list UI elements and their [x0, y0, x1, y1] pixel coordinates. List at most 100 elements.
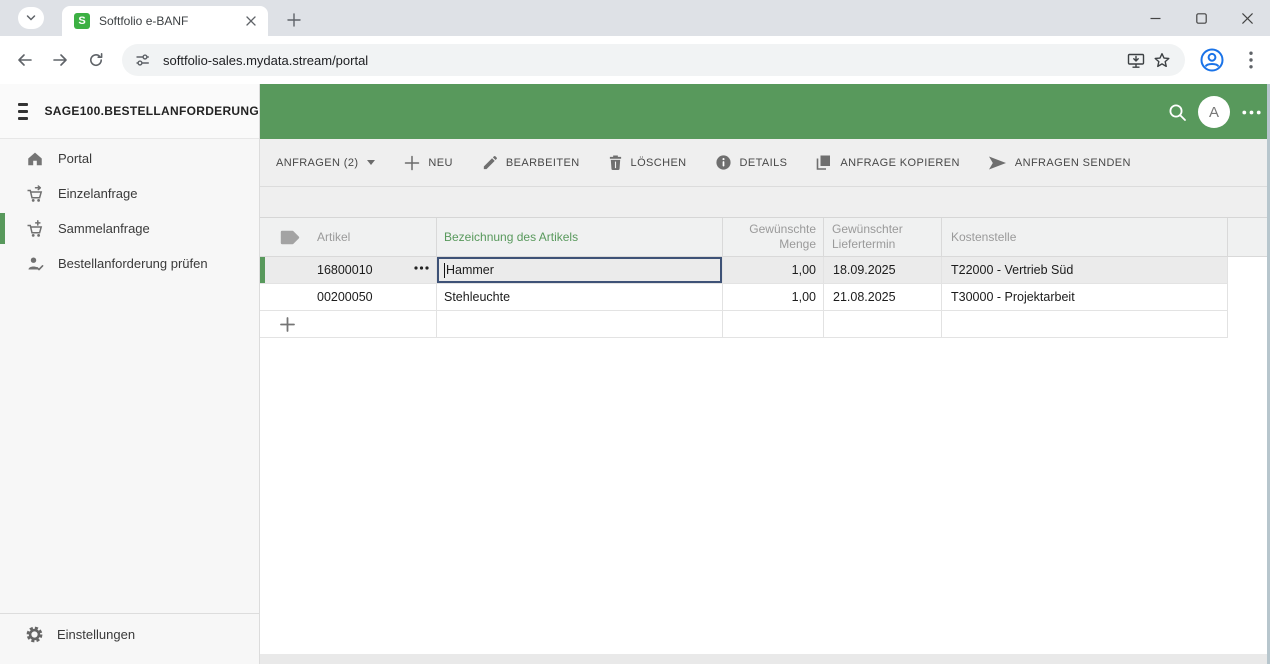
anfragen-dropdown-label: ANFRAGEN (2) [276, 157, 358, 169]
bearbeiten-label: BEARBEITEN [506, 157, 580, 169]
column-header-kostenstelle[interactable]: Kostenstelle [942, 218, 1228, 256]
cell-menge[interactable]: 1,00 [723, 257, 824, 283]
user-avatar[interactable]: A [1198, 96, 1230, 128]
empty-cell[interactable] [723, 311, 824, 337]
sidebar-item-einstellungen[interactable]: Einstellungen [0, 613, 259, 655]
more-menu-icon[interactable] [1238, 104, 1264, 120]
cell-liefertermin[interactable]: 18.09.2025 [824, 257, 942, 283]
cart-arrow-icon [25, 185, 45, 203]
cell-value: 21.08.2025 [833, 290, 896, 304]
copy-icon [815, 154, 832, 171]
maximize-button[interactable] [1178, 0, 1224, 36]
cell-value: 16800010 [317, 263, 373, 277]
cell-kostenstelle[interactable]: T30000 - Projektarbeit [942, 284, 1228, 310]
app-title: SAGE100.BESTELLANFORDERUNG [45, 104, 260, 118]
neu-label: NEU [428, 157, 452, 169]
back-icon[interactable] [12, 48, 36, 72]
column-header-artikel[interactable]: Artikel [260, 218, 437, 256]
close-window-button[interactable] [1224, 0, 1270, 36]
browser-menu-icon[interactable] [1239, 48, 1263, 72]
site-settings-icon[interactable] [134, 52, 151, 68]
cell-value: 1,00 [792, 290, 816, 304]
column-header-liefertermin[interactable]: Gewünschter Liefertermin [824, 218, 942, 256]
cart-plus-icon [25, 220, 45, 238]
plus-icon [404, 155, 420, 171]
bearbeiten-button[interactable]: BEARBEITEN [481, 154, 580, 171]
search-icon[interactable] [1166, 101, 1188, 123]
sidebar-item-bestellanforderung-pruefen[interactable]: Bestellanforderung prüfen [0, 246, 259, 281]
table-row[interactable]: 00200050 Stehleuchte 1,00 21.08.2025 T30… [260, 284, 1228, 311]
forward-icon[interactable] [48, 48, 72, 72]
browser-toolbar: softfolio-sales.mydata.stream/portal [0, 36, 1270, 84]
chevron-down-icon [366, 159, 376, 166]
window-controls [1132, 0, 1270, 36]
cell-artikel[interactable]: 00200050 [260, 284, 437, 310]
favicon-icon: S [74, 13, 90, 29]
horizontal-scrollbar-track[interactable] [260, 654, 1270, 664]
browser-window: S Softfolio e-BANF [0, 0, 1270, 664]
cell-value: 18.09.2025 [833, 263, 896, 277]
add-row[interactable] [260, 311, 1228, 338]
url-text[interactable]: softfolio-sales.mydata.stream/portal [163, 53, 1123, 68]
add-row-plus-cell[interactable] [260, 311, 437, 337]
tag-icon [280, 230, 300, 245]
cell-kostenstelle[interactable]: T22000 - Vertrieb Süd [942, 257, 1228, 283]
column-header-label: Artikel [317, 230, 350, 244]
cell-artikel[interactable]: 16800010 [260, 257, 437, 283]
cell-bezeichnung-editing[interactable]: Hammer [437, 257, 723, 283]
sidebar-item-einzelanfrage[interactable]: Einzelanfrage [0, 176, 259, 211]
table-row[interactable]: 16800010 Hammer 1,00 18.09.2025 [260, 257, 1228, 284]
cell-editor-input[interactable]: Hammer [437, 257, 722, 283]
app-header-bar: A [260, 84, 1270, 139]
row-ellipsis-menu-icon[interactable] [414, 266, 429, 270]
trash-icon [608, 154, 623, 171]
minimize-button[interactable] [1132, 0, 1178, 36]
neu-button[interactable]: NEU [404, 155, 452, 171]
column-header-label: Gewünschte Menge [723, 222, 816, 252]
hamburger-menu-icon[interactable] [18, 103, 28, 120]
browser-profile-icon[interactable] [1198, 46, 1226, 74]
reload-icon[interactable] [84, 48, 108, 72]
new-tab-button[interactable] [282, 8, 306, 32]
tab-search-button[interactable] [18, 7, 44, 29]
text-cursor [444, 263, 445, 278]
column-header-bezeichnung[interactable]: Bezeichnung des Artikels [437, 218, 723, 256]
main-content: A ANFRAGEN (2) NEU [260, 84, 1270, 664]
info-icon [715, 154, 732, 171]
browser-tab[interactable]: S Softfolio e-BANF [62, 6, 268, 36]
empty-cell[interactable] [824, 311, 942, 337]
sidebar-item-label: Sammelanfrage [58, 221, 150, 236]
column-header-menge[interactable]: Gewünschte Menge [723, 218, 824, 256]
cell-menge[interactable]: 1,00 [723, 284, 824, 310]
cell-value: T22000 - Vertrieb Süd [951, 263, 1073, 277]
empty-cell[interactable] [437, 311, 723, 337]
anfragen-dropdown[interactable]: ANFRAGEN (2) [276, 157, 376, 169]
cell-value: Stehleuchte [444, 290, 510, 304]
column-header-filler [1228, 218, 1266, 256]
cell-value: T30000 - Projektarbeit [951, 290, 1075, 304]
url-bar[interactable]: softfolio-sales.mydata.stream/portal [122, 44, 1185, 76]
column-header-label: Bezeichnung des Artikels [444, 230, 578, 244]
loeschen-label: LÖSCHEN [631, 157, 687, 169]
cell-bezeichnung[interactable]: Stehleuchte [437, 284, 723, 310]
bookmark-star-icon[interactable] [1149, 47, 1175, 73]
cell-value: 1,00 [792, 263, 816, 277]
cell-liefertermin[interactable]: 21.08.2025 [824, 284, 942, 310]
sidebar-item-label: Einstellungen [57, 627, 135, 642]
anfragen-senden-label: ANFRAGEN SENDEN [1015, 157, 1131, 169]
sidebar-item-sammelanfrage[interactable]: Sammelanfrage [0, 211, 259, 246]
sidebar: SAGE100.BESTELLANFORDERUNG Portal Einzel… [0, 84, 260, 664]
empty-cell[interactable] [942, 311, 1228, 337]
column-header-label: Gewünschter Liefertermin [832, 222, 941, 252]
install-app-icon[interactable] [1123, 47, 1149, 73]
sidebar-nav: Portal Einzelanfrage Sammelanfrage [0, 139, 259, 281]
anfrage-kopieren-label: ANFRAGE KOPIEREN [840, 157, 959, 169]
loeschen-button[interactable]: LÖSCHEN [608, 154, 687, 171]
tab-close-icon[interactable] [242, 12, 260, 30]
home-icon [25, 150, 45, 167]
details-button[interactable]: DETAILS [715, 154, 788, 171]
anfragen-senden-button[interactable]: ANFRAGEN SENDEN [988, 156, 1131, 170]
chevron-down-icon [25, 12, 37, 24]
anfrage-kopieren-button[interactable]: ANFRAGE KOPIEREN [815, 154, 959, 171]
sidebar-item-portal[interactable]: Portal [0, 141, 259, 176]
